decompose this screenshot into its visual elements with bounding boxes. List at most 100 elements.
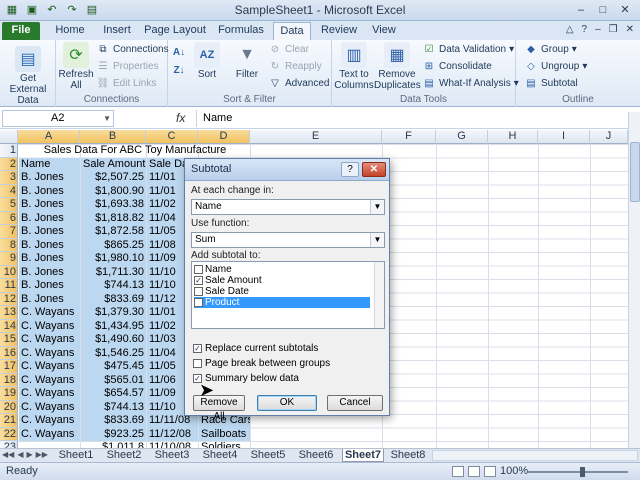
cell-name[interactable]: C. Wayans: [19, 319, 80, 333]
zoom-slider[interactable]: [528, 467, 628, 477]
cell-name[interactable]: B. Jones: [19, 292, 80, 306]
sort-button[interactable]: AZ Sort: [192, 42, 222, 80]
cell-name[interactable]: B. Jones: [19, 225, 80, 239]
checkbox-checked[interactable]: ✓: [193, 344, 202, 353]
row-header[interactable]: 22: [0, 427, 18, 441]
zoom-level[interactable]: 100%: [500, 465, 528, 477]
row-header[interactable]: 16: [0, 346, 18, 360]
row-header[interactable]: 11: [0, 279, 18, 293]
cell-sale-amount[interactable]: $1,711.30: [81, 265, 146, 279]
row-header[interactable]: 23: [0, 441, 18, 448]
cell-name[interactable]: B. Jones: [19, 252, 80, 266]
cell-sale-amount[interactable]: $1,546.25: [81, 346, 146, 360]
checkbox[interactable]: [193, 359, 202, 368]
tab-review[interactable]: Review: [318, 22, 360, 40]
column-header-h[interactable]: H: [488, 130, 538, 144]
sheet-tab-8[interactable]: Sheet8: [390, 449, 426, 462]
vertical-scrollbar[interactable]: [628, 112, 640, 448]
tab-formulas[interactable]: Formulas: [214, 22, 268, 40]
page-break-option[interactable]: Page break between groups: [193, 358, 330, 369]
cell-name[interactable]: C. Wayans: [19, 387, 80, 401]
row-header[interactable]: 14: [0, 319, 18, 333]
subtotal-button[interactable]: ▤ Subtotal: [524, 77, 577, 89]
workbook-restore-icon[interactable]: ❐: [609, 24, 618, 35]
first-sheet-icon[interactable]: ◀◀: [2, 450, 14, 459]
cell-name[interactable]: B. Jones: [19, 265, 80, 279]
use-function-select[interactable]: Sum ▼: [191, 232, 385, 248]
cell-sale-amount[interactable]: $2,507.25: [81, 171, 146, 185]
cell-name[interactable]: C. Wayans: [19, 360, 80, 374]
cell-name[interactable]: C. Wayans: [19, 346, 80, 360]
cell-name[interactable]: [19, 441, 80, 448]
row-header[interactable]: 19: [0, 387, 18, 401]
tab-home[interactable]: Home: [50, 22, 90, 40]
dialog-title-bar[interactable]: Subtotal ? ✕: [185, 159, 389, 181]
name-box[interactable]: A2 ▼: [2, 110, 114, 127]
maximize-icon[interactable]: □: [592, 1, 614, 19]
cell-sale-amount[interactable]: $744.13: [81, 279, 146, 293]
cell-product[interactable]: Sailboats: [199, 427, 250, 441]
text-to-columns-button[interactable]: ▥ Text to Columns: [334, 42, 374, 91]
cancel-button[interactable]: Cancel: [327, 395, 383, 411]
sort-ascending-button[interactable]: A↓: [172, 46, 186, 58]
sheet-tab-6[interactable]: Sheet6: [296, 449, 336, 462]
ungroup-button[interactable]: ◇ Ungroup ▾: [524, 60, 587, 72]
ribbon-minimize-icon[interactable]: △: [566, 24, 574, 35]
get-external-data-button[interactable]: ▤ Get External Data: [2, 46, 54, 106]
prev-sheet-icon[interactable]: ◀: [17, 450, 23, 459]
checkbox[interactable]: [194, 287, 203, 296]
sort-descending-button[interactable]: Z↓: [172, 64, 186, 76]
sheet-tab-7[interactable]: Sheet7: [342, 449, 384, 462]
cell-sale-date[interactable]: 11/12/08: [147, 427, 198, 441]
row-header[interactable]: 5: [0, 198, 18, 212]
checkbox[interactable]: [194, 265, 203, 274]
cell-sale-amount[interactable]: $475.45: [81, 360, 146, 374]
list-item[interactable]: Sale Date: [194, 286, 370, 297]
filter-button[interactable]: ▼ Filter: [232, 42, 262, 80]
select-all-corner[interactable]: [0, 130, 18, 144]
column-header-b[interactable]: B: [80, 130, 146, 144]
tab-view[interactable]: View: [366, 22, 402, 40]
refresh-all-button[interactable]: ⟳ Refresh All: [58, 42, 94, 91]
sheet-tab-1[interactable]: Sheet1: [56, 449, 96, 462]
edit-links-button[interactable]: ⛓ Edit Links: [96, 77, 157, 89]
sheet-tab-5[interactable]: Sheet5: [248, 449, 288, 462]
reapply-button[interactable]: ↻ Reapply: [268, 60, 322, 72]
cell-sale-amount[interactable]: $1,434.95: [81, 319, 146, 333]
list-item[interactable]: Name: [194, 264, 370, 275]
row-header[interactable]: 20: [0, 400, 18, 414]
cell-product[interactable]: Soldiers: [199, 441, 250, 448]
tab-file[interactable]: File: [2, 22, 40, 40]
sheet-tab-2[interactable]: Sheet2: [104, 449, 144, 462]
cell-name[interactable]: B. Jones: [19, 279, 80, 293]
cell-sale-amount[interactable]: $565.01: [81, 373, 146, 387]
cell-sale-amount[interactable]: $833.69: [81, 414, 146, 428]
properties-button[interactable]: ☰ Properties: [96, 60, 159, 72]
close-icon[interactable]: ✕: [614, 1, 636, 19]
cell-sale-amount[interactable]: $1,980.10: [81, 252, 146, 266]
page-break-view-icon[interactable]: [484, 466, 496, 477]
row-header[interactable]: 18: [0, 373, 18, 387]
cell-sale-amount[interactable]: $654.57: [81, 387, 146, 401]
cell-sale-amount[interactable]: $865.25: [81, 238, 146, 252]
insert-function-icon[interactable]: fx: [176, 111, 185, 125]
cell-name[interactable]: B. Jones: [19, 171, 80, 185]
sheet-title-cell[interactable]: Sales Data For ABC Toy Manufacture: [19, 144, 251, 158]
row-header[interactable]: 17: [0, 360, 18, 374]
cell-name[interactable]: C. Wayans: [19, 373, 80, 387]
row-header[interactable]: 6: [0, 211, 18, 225]
help-icon[interactable]: ?: [582, 24, 588, 35]
cell-sale-date[interactable]: 11/10/08: [147, 441, 198, 448]
row-header[interactable]: 2: [0, 157, 18, 171]
list-item-selected[interactable]: Product: [194, 297, 370, 308]
row-header[interactable]: 12: [0, 292, 18, 306]
connections-button[interactable]: ⧉ Connections: [96, 43, 168, 55]
sheet-tab-3[interactable]: Sheet3: [152, 449, 192, 462]
tab-page-layout[interactable]: Page Layout: [144, 22, 206, 40]
consolidate-button[interactable]: ⊞ Consolidate: [422, 60, 492, 72]
cell-name[interactable]: C. Wayans: [19, 414, 80, 428]
cell-sale-amount[interactable]: $1,872.58: [81, 225, 146, 239]
row-header[interactable]: 3: [0, 171, 18, 185]
checkbox-checked[interactable]: ✓: [194, 276, 203, 285]
column-header-i[interactable]: I: [538, 130, 590, 144]
